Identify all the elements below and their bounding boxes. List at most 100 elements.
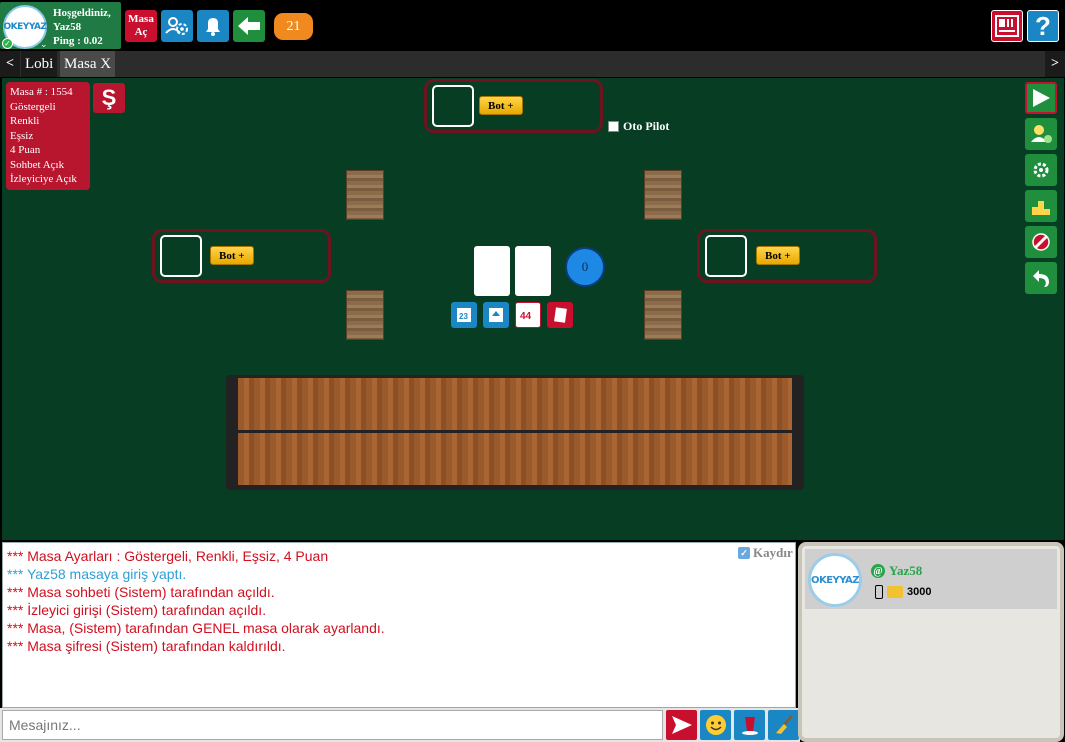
- remaining-tiles-counter: 0: [565, 247, 605, 287]
- count-badge[interactable]: 21: [274, 13, 313, 40]
- smiley-icon: [705, 715, 726, 735]
- numbered-cards-icon: 23: [457, 308, 471, 322]
- seat-avatar-slot: [705, 235, 747, 277]
- reset-tiles-icon[interactable]: [547, 302, 573, 328]
- tab-prev-button[interactable]: <: [0, 51, 20, 77]
- game-table: Masa # : 1554 Göstergeli Renkli Eşsiz 4 …: [2, 78, 1064, 540]
- tab-lobi[interactable]: Lobi: [21, 51, 58, 77]
- seat-avatar-slot: [432, 85, 474, 127]
- bot-add-button-right[interactable]: Bot +: [756, 246, 800, 265]
- oto-pilot-checkbox[interactable]: [608, 121, 619, 132]
- coins-icon: [887, 586, 903, 598]
- undo-arrow-icon: [1033, 270, 1049, 287]
- table-info-line: İzleyiciye Açık: [10, 173, 77, 185]
- four-four-cards-icon: 44: [520, 311, 532, 322]
- layout-icon: [995, 15, 1019, 37]
- table-info-panel: Masa # : 1554 Göstergeli Renkli Eşsiz 4 …: [6, 82, 90, 190]
- auto-scroll-toggle[interactable]: ✓ Kaydır: [738, 545, 793, 561]
- discard-pile-top-left[interactable]: [346, 170, 384, 220]
- tab-bar: < Lobi Masa X >: [0, 51, 1065, 77]
- oto-pilot-label: Oto Pilot: [623, 119, 670, 133]
- leave-table-button[interactable]: [1025, 262, 1057, 294]
- seat-avatar-slot: [160, 235, 202, 277]
- message-input[interactable]: [2, 710, 663, 740]
- discard-pile-bottom-right[interactable]: [644, 290, 682, 340]
- rack-row-bottom[interactable]: [238, 433, 792, 485]
- table-info-line: Masa # : 1554: [10, 86, 73, 98]
- password-button[interactable]: Ş: [93, 83, 125, 113]
- blank-card-icon: [554, 307, 567, 323]
- bot-add-button-top[interactable]: Bot +: [479, 96, 523, 115]
- auto-scroll-checkbox[interactable]: ✓: [738, 547, 750, 559]
- chevron-down-icon[interactable]: ⌄: [40, 40, 48, 49]
- chat-message: *** Masa, (Sistem) tarafından GENEL masa…: [7, 620, 385, 636]
- chat-message: *** Yaz58 masaya giriş yaptı.: [7, 566, 187, 582]
- table-info-line: Sohbet Açık: [10, 158, 65, 171]
- user-avatar-text: OKEYYAZ: [810, 574, 860, 586]
- player-rack[interactable]: [226, 375, 804, 490]
- table-info-line: Renkli: [10, 115, 40, 127]
- clear-chat-button[interactable]: [768, 710, 799, 740]
- seat-right: Bot +: [697, 229, 877, 283]
- send-tile-button[interactable]: [1025, 82, 1057, 114]
- layout-toggle-button[interactable]: [991, 10, 1023, 42]
- discard-pile-top-right[interactable]: [644, 170, 682, 220]
- tab-next-button[interactable]: >: [1045, 51, 1065, 77]
- svg-text:23: 23: [459, 312, 468, 321]
- masa-ac-button[interactable]: Masa Aç: [125, 10, 157, 42]
- chat-message: *** İzleyici girişi (Sistem) tarafından …: [7, 602, 267, 618]
- help-button[interactable]: ?: [1027, 10, 1059, 42]
- sort-double-icon[interactable]: 44: [515, 302, 541, 328]
- svg-text:44: 44: [520, 311, 532, 322]
- user-list-item[interactable]: OKEYYAZ @ Yaz58 3000: [805, 549, 1057, 609]
- chat-message: *** Masa Ayarları : Göstergeli, Renkli, …: [7, 548, 329, 564]
- seat-left: Bot +: [152, 229, 331, 283]
- chat-input-row: [0, 708, 800, 742]
- tab-masa-x[interactable]: Masa X: [60, 51, 116, 77]
- user-name[interactable]: @ Yaz58: [871, 563, 922, 579]
- podium-icon: [1032, 201, 1050, 215]
- bot-add-button-left[interactable]: Bot +: [210, 246, 254, 265]
- ban-icon: [1032, 233, 1050, 251]
- ping-text: Ping : 0.02: [53, 35, 103, 47]
- discard-pile-bottom-left[interactable]: [346, 290, 384, 340]
- question-icon: ?: [1035, 10, 1051, 41]
- welcome-line: Hoşgeldiniz,: [53, 7, 111, 19]
- table-info-line: 4 Puan: [10, 144, 41, 156]
- tea-button[interactable]: [734, 710, 765, 740]
- friends-settings-button[interactable]: [161, 10, 193, 42]
- table-settings-button[interactable]: [1025, 154, 1057, 186]
- masa-ac-line1: Masa: [128, 13, 154, 25]
- tea-glass-icon: [741, 717, 758, 735]
- send-message-button[interactable]: [666, 710, 697, 740]
- welcome-username: Yaz58: [53, 21, 82, 33]
- gear-icon: [1033, 162, 1049, 178]
- logo-text: OKEYYAZ: [3, 22, 47, 32]
- auto-scroll-label: Kaydır: [753, 545, 793, 560]
- table-info-line: Eşsiz: [10, 129, 34, 142]
- user-avatar[interactable]: OKEYYAZ: [808, 553, 862, 607]
- phone-icon: [875, 585, 883, 599]
- welcome-panel: OKEYYAZ ✓ ⌄ Hoşgeldiniz, Yaz58 Ping : 0.…: [0, 2, 121, 49]
- block-button[interactable]: [1025, 226, 1057, 258]
- back-button[interactable]: [233, 10, 265, 42]
- user-add-button[interactable]: [1025, 118, 1057, 150]
- arrow-left-icon: [238, 17, 260, 35]
- broom-icon: [775, 715, 793, 734]
- table-info-line: Göstergeli: [10, 100, 56, 113]
- emoji-button[interactable]: [700, 710, 731, 740]
- bell-icon: [206, 18, 220, 36]
- scoreboard-button[interactable]: [1025, 190, 1057, 222]
- chat-message: *** Masa sohbeti (Sistem) tarafından açı…: [7, 584, 275, 600]
- sort-pairs-icon[interactable]: [483, 302, 509, 328]
- draw-pile-tile[interactable]: [515, 246, 551, 296]
- oto-pilot-toggle[interactable]: Oto Pilot: [608, 119, 669, 134]
- user-name-text: Yaz58: [889, 563, 923, 578]
- notifications-button[interactable]: [197, 10, 229, 42]
- sort-series-icon[interactable]: 23: [451, 302, 477, 328]
- top-bar: OKEYYAZ ✓ ⌄ Hoşgeldiniz, Yaz58 Ping : 0.…: [0, 0, 1065, 50]
- rack-row-top[interactable]: [238, 378, 792, 430]
- user-coins-value: 3000: [907, 586, 932, 598]
- online-check-icon: ✓: [2, 38, 13, 49]
- chat-log[interactable]: *** Masa Ayarları : Göstergeli, Renkli, …: [2, 542, 796, 708]
